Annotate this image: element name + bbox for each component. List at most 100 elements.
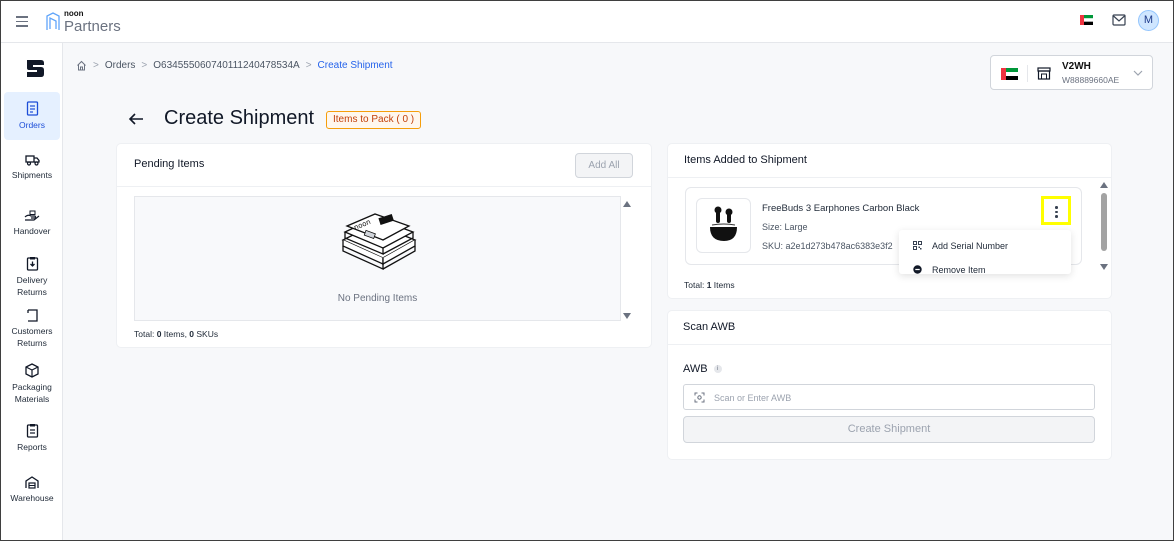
items-added-title: Items Added to Shipment [684, 154, 807, 166]
menu-icon[interactable] [16, 16, 28, 27]
item-size: Size: Large [762, 222, 808, 232]
sidebar-item-label-line1: Customers [11, 326, 53, 336]
breadcrumb-separator: > [305, 60, 312, 71]
orders-icon [26, 101, 38, 116]
scan-awb-title: Scan AWB [683, 321, 736, 333]
earbuds-case-icon [710, 206, 737, 241]
sidebar-item-handover[interactable]: Handover [4, 210, 60, 237]
info-icon[interactable]: i [713, 365, 722, 373]
pending-items-list[interactable]: noon No Pending Items [134, 196, 621, 321]
breadcrumb-orders-link[interactable]: Orders [105, 60, 136, 71]
remove-circle-icon [913, 265, 922, 274]
customer-return-icon [26, 309, 38, 322]
scroll-up-arrow[interactable] [623, 201, 631, 207]
brand-noon: noon [64, 9, 84, 18]
sidebar-item-label-line1: Delivery [16, 275, 48, 285]
warehouse-selector[interactable]: V2WH W88889660AE [990, 55, 1153, 90]
total-mid: Items, [161, 329, 190, 339]
sidebar-item-shipments[interactable]: Shipments [4, 154, 60, 181]
breadcrumb-current: Create Shipment [317, 60, 393, 71]
warehouse-id: W88889660AE [1062, 75, 1120, 85]
menu-item-add-serial-number[interactable]: Add Serial Number [899, 233, 1071, 255]
box-icon [25, 363, 39, 378]
delivery-return-icon [26, 257, 38, 271]
chevron-down-icon [1133, 70, 1143, 76]
card-header: Pending Items Add All [117, 144, 651, 187]
sidebar-item-label: Warehouse [10, 493, 54, 503]
item-sku: SKU: a2e1d273b478ac6383e3f2 [762, 241, 893, 251]
user-avatar[interactable]: M [1138, 10, 1159, 31]
total-suffix: Items [711, 280, 735, 290]
warehouse-icon [25, 476, 39, 489]
sidebar-item-orders[interactable]: Orders [4, 92, 60, 140]
sidebar-item-label-line2: Returns [17, 338, 47, 348]
breadcrumb-order-id-link[interactable]: O634555060740111240478534A [153, 60, 299, 71]
kebab-dot [1055, 215, 1058, 218]
uae-flag-icon[interactable] [1080, 15, 1093, 25]
menu-item-label: Add Serial Number [932, 241, 1009, 251]
sidebar-item-label: Reports [17, 442, 47, 452]
kebab-dot [1055, 206, 1058, 209]
menu-item-label: Remove Item [932, 265, 986, 274]
uae-flag-icon [1001, 68, 1018, 80]
awb-input[interactable] [714, 389, 1084, 407]
awb-label: AWB i [683, 363, 722, 375]
warehouse-code: V2WH [1062, 61, 1091, 72]
qr-code-icon [913, 241, 922, 250]
scroll-up-arrow[interactable] [1100, 182, 1108, 188]
total-prefix: Total: [684, 280, 707, 290]
home-icon[interactable] [76, 60, 87, 71]
app-frame: noon Partners M Orders Shipments Handove… [0, 0, 1174, 541]
product-image [696, 198, 751, 253]
breadcrumb-separator: > [141, 60, 148, 71]
sidebar-item-packaging-materials[interactable]: Packaging Materials [4, 363, 60, 405]
sidebar-item-label: Shipments [11, 170, 53, 180]
scroll-down-arrow[interactable] [1100, 264, 1108, 270]
noon-partners-logo-icon [46, 12, 60, 30]
awb-label-text: AWB [683, 363, 708, 375]
item-options-button[interactable] [1041, 196, 1071, 225]
card-header: Items Added to Shipment [668, 144, 1111, 178]
breadcrumb: > Orders > O634555060740111240478534A > … [76, 60, 393, 71]
empty-state-text: No Pending Items [337, 293, 418, 304]
top-bar: noon Partners M [1, 1, 1173, 43]
handover-icon [24, 210, 40, 221]
menu-item-remove-item[interactable]: Remove Item [899, 257, 1071, 274]
sidebar-item-label-line2: Materials [14, 394, 50, 404]
pending-items-title: Pending Items [134, 158, 205, 170]
total-prefix: Total: [134, 329, 157, 339]
awb-field[interactable] [683, 384, 1095, 410]
store-icon [1037, 67, 1051, 80]
sidebar: Orders Shipments Handover Delivery Retur… [1, 43, 63, 540]
breadcrumb-separator: > [93, 60, 99, 71]
pending-items-card: Pending Items Add All noon No Pending It… [117, 144, 651, 347]
create-shipment-button[interactable]: Create Shipment [683, 416, 1095, 443]
back-arrow-icon[interactable] [128, 112, 144, 126]
empty-package-illustration-icon: noon [341, 213, 417, 271]
brand-logo[interactable]: noon Partners [45, 10, 121, 34]
mail-icon[interactable] [1112, 14, 1126, 26]
sidebar-item-label: Handover [13, 226, 51, 236]
total-suffix: SKUs [194, 329, 219, 339]
divider [1027, 65, 1028, 82]
brand-partners: Partners [64, 18, 121, 35]
scan-awb-card: Scan AWB AWB i Create Shipment [668, 311, 1111, 459]
pending-total: Total: 0 Items, 0 SKUs [134, 329, 218, 339]
app-logo-icon[interactable] [25, 58, 45, 78]
added-total: Total: 1 Items [684, 280, 735, 290]
page-title: Create Shipment [164, 107, 315, 129]
scan-icon [694, 392, 705, 403]
scrollbar-thumb[interactable] [1101, 193, 1107, 251]
sidebar-item-reports[interactable]: Reports [4, 423, 60, 453]
reports-icon [26, 424, 38, 438]
sidebar-item-label-line1: Packaging [12, 382, 52, 392]
sidebar-item-customers-returns[interactable]: Customers Returns [4, 309, 60, 349]
kebab-dot [1055, 210, 1058, 213]
item-name: FreeBuds 3 Earphones Carbon Black [762, 203, 920, 214]
scroll-down-arrow[interactable] [623, 313, 631, 319]
add-all-button[interactable]: Add All [575, 153, 633, 178]
sidebar-item-delivery-returns[interactable]: Delivery Returns [4, 256, 60, 298]
sidebar-item-warehouse[interactable]: Warehouse [4, 476, 60, 504]
truck-icon [24, 155, 40, 166]
items-to-pack-badge: Items to Pack ( 0 ) [326, 111, 422, 129]
